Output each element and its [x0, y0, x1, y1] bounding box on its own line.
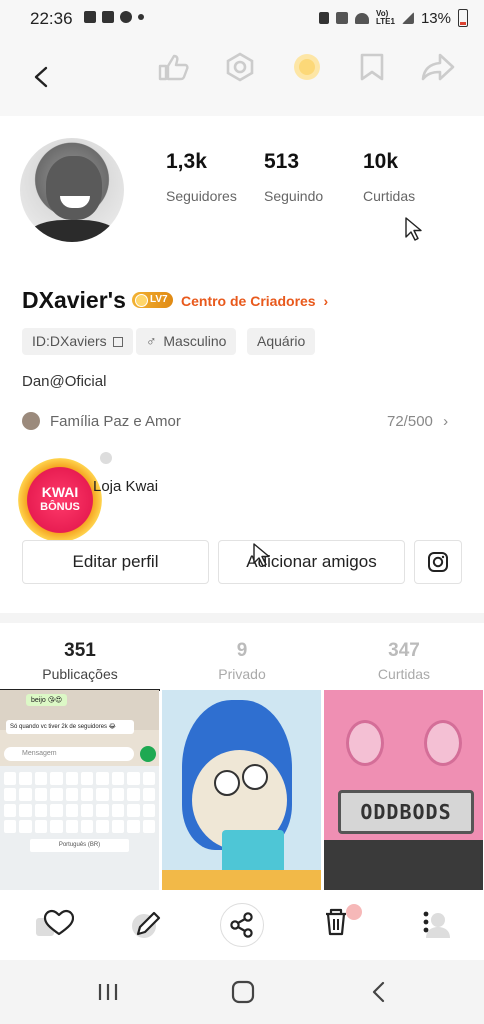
likes-label: Curtidas [363, 188, 416, 204]
tag-gender-label: Masculino [163, 333, 227, 349]
battery-icon [458, 9, 468, 27]
add-friends-button[interactable]: Adicionar amigos [218, 540, 405, 584]
coin-icon[interactable] [292, 52, 322, 82]
calendar-icon [102, 11, 114, 23]
family-count-value: 72/500 [387, 413, 433, 430]
likes-count: 10k [363, 150, 399, 173]
tab-label: Publicações [42, 666, 118, 682]
notification-icons [84, 11, 144, 23]
mouse-cursor-icon [405, 217, 422, 241]
chat-bubble: beijo 😘😍 [26, 694, 68, 706]
share-button[interactable] [220, 903, 264, 947]
family-avatar-icon [22, 412, 40, 430]
instagram-button[interactable] [414, 540, 462, 584]
keyboard-language: Português (BR) [30, 839, 129, 852]
mic-icon [140, 746, 156, 762]
chevron-right-icon: › [323, 293, 329, 309]
shop-label[interactable]: Loja Kwai [93, 478, 158, 495]
bookmark-icon[interactable] [358, 52, 386, 82]
edit-profile-button[interactable]: Editar perfil [22, 540, 209, 584]
family-name[interactable]: Família Paz e Amor [50, 413, 181, 430]
kwai-bonus-line1: KWAI [41, 484, 79, 500]
video-thumbnail-oddbods-blue[interactable] [162, 690, 321, 890]
tab-label: Curtidas [377, 666, 431, 682]
home-icon[interactable] [231, 980, 255, 1004]
tag-id-label: ID:DXaviers [32, 333, 107, 349]
tag-zodiac-label: Aquário [257, 333, 306, 349]
status-bar: 22:36 Vo) LTE1 13% [0, 0, 484, 40]
thumbs-up-icon[interactable] [156, 52, 192, 82]
tab-label: Privado [218, 666, 266, 682]
signal-icon [401, 12, 414, 24]
chat-bubble: Só quando vc tiver 2k de seguidores 😂 [6, 720, 134, 734]
tab-private[interactable]: 9 Privado [172, 640, 312, 682]
stat-followers[interactable]: 1,3k Seguidores [166, 150, 237, 204]
followers-count: 1,3k [166, 150, 207, 173]
tab-count: 9 [236, 640, 248, 661]
avatar[interactable] [20, 138, 124, 242]
video-thumbnail-oddbods-pink[interactable]: ODDBODS [324, 690, 483, 890]
lock-icon [319, 12, 329, 24]
level-badge[interactable]: LV7 [132, 292, 173, 308]
battery-percent: 13% [420, 9, 451, 27]
mouse-cursor-icon [253, 543, 270, 567]
creator-center-link[interactable]: Centro de Criadores › [181, 293, 328, 309]
system-icons: Vo) LTE1 13% [319, 9, 468, 27]
instagram-icon [428, 552, 448, 572]
copy-icon [112, 337, 123, 348]
bio-text: Dan@Oficial [22, 373, 107, 390]
following-count: 513 [264, 150, 300, 173]
trash-icon[interactable] [318, 902, 362, 942]
wifi-icon [355, 12, 369, 24]
system-navigation-bar [0, 960, 484, 1024]
share-icon [230, 912, 253, 938]
volte-icon: Vo) LTE1 [376, 9, 395, 26]
edit-profile-label: Editar perfil [72, 552, 159, 571]
kwai-bonus-line2: BÔNUS [40, 501, 80, 513]
following-label: Seguindo [264, 188, 324, 204]
indicator-dot [100, 452, 112, 464]
tab-publications[interactable]: 351 Publicações [10, 640, 150, 682]
license-plate: ODDBODS [338, 790, 474, 834]
mute-icon [336, 12, 348, 24]
system-back-icon[interactable] [370, 980, 388, 1004]
top-toolbar [0, 40, 484, 116]
tab-count: 347 [388, 640, 420, 661]
followers-label: Seguidores [166, 188, 237, 204]
more-notifications-icon [138, 14, 144, 20]
sync-icon [120, 11, 132, 23]
tag-id[interactable]: ID:DXaviers [22, 328, 133, 355]
back-arrow-icon[interactable] [32, 66, 50, 88]
heart-icon[interactable] [34, 906, 74, 940]
chevron-right-icon: › [443, 413, 449, 430]
gallery-icon [84, 11, 96, 23]
tag-gender: ♂ Masculino [136, 328, 237, 355]
section-divider [0, 613, 484, 623]
video-thumbnail-chat[interactable]: beijo 😘😍 Só quando vc tiver 2k de seguid… [0, 690, 159, 890]
creator-center-label: Centro de Criadores [181, 293, 316, 309]
pencil-icon[interactable] [130, 906, 166, 940]
tab-likes[interactable]: 347 Curtidas [334, 640, 474, 682]
tab-count: 351 [64, 640, 96, 661]
settings-hexagon-icon[interactable] [224, 52, 256, 82]
profile-name: DXavier's [22, 287, 126, 313]
stat-likes[interactable]: 10k Curtidas [363, 150, 415, 204]
family-count[interactable]: 72/500 › [387, 413, 448, 430]
more-options-icon[interactable] [418, 906, 452, 940]
recent-apps-icon[interactable] [96, 982, 120, 1002]
stat-following[interactable]: 513 Seguindo [264, 150, 323, 204]
kwai-bonus-badge[interactable]: KWAI BÔNUS [18, 458, 102, 542]
status-time: 22:36 [30, 9, 73, 28]
male-symbol-icon: ♂ [146, 333, 157, 349]
share-arrow-icon[interactable] [420, 52, 456, 82]
keyboard: Português (BR) [0, 766, 159, 890]
tag-zodiac: Aquário [247, 328, 316, 355]
message-input: Mensagem [4, 747, 134, 761]
bottom-action-bar [0, 890, 484, 960]
